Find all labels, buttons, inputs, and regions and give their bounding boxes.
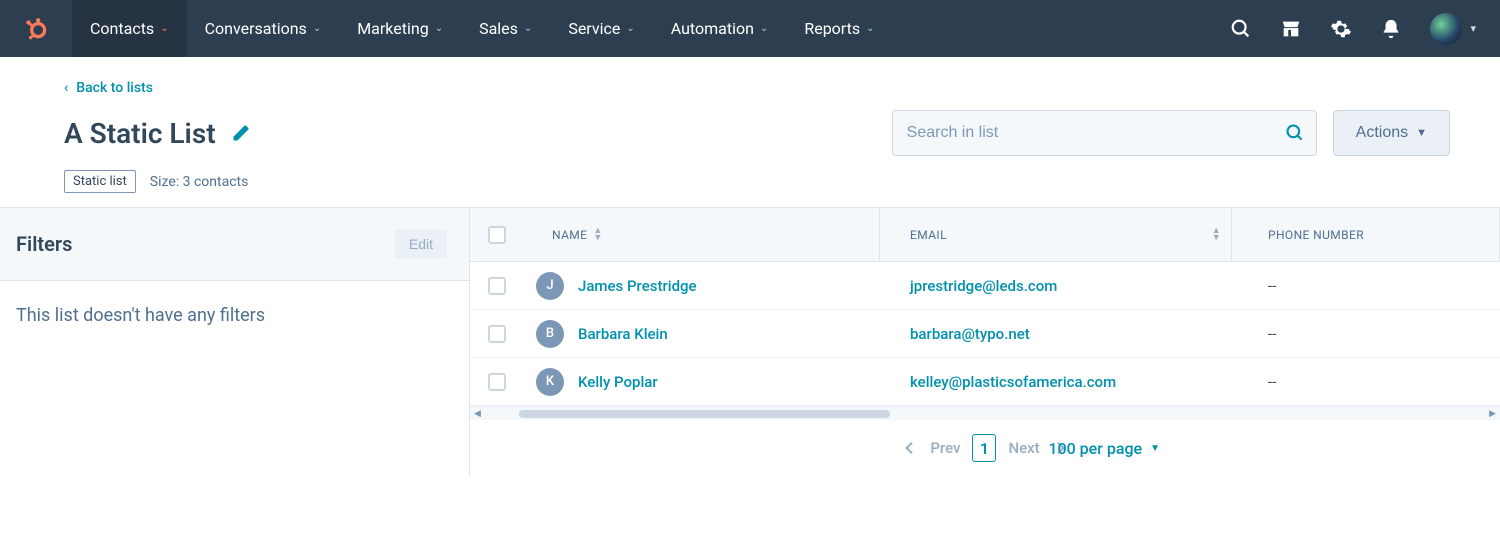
nav-item-label: Contacts [90,19,154,38]
back-to-lists-link[interactable]: ‹ Back to lists [64,80,153,96]
search-icon[interactable] [1230,18,1252,40]
table-row: B Barbara Klein barbara@typo.net -- [470,310,1500,358]
caret-down-icon: ▼ [1416,127,1427,139]
nav-item-sales[interactable]: Sales ⌄ [461,0,550,57]
chevron-down-icon: ⌄ [313,23,321,34]
actions-label: Actions [1356,124,1408,142]
chevron-down-icon: ▾ [1470,22,1476,35]
chevron-down-icon: ⌄ [160,23,168,34]
pagination: Prev 1 Next 100 per page ▼ [470,420,1500,476]
filters-panel: Filters Edit This list doesn't have any … [0,208,470,476]
select-all-checkbox[interactable] [488,226,506,244]
chevron-down-icon: ⌄ [626,23,634,34]
row-checkbox[interactable] [488,325,506,343]
current-page[interactable]: 1 [972,434,996,462]
account-menu[interactable]: ▾ [1430,13,1476,45]
sort-icon: ▲▼ [593,228,602,242]
static-list-badge: Static list [64,170,136,193]
actions-dropdown[interactable]: Actions ▼ [1333,110,1450,156]
nav-item-contacts[interactable]: Contacts ⌄ [72,0,187,57]
horizontal-scrollbar[interactable]: ◀ ▶ [470,406,1500,420]
nav-item-label: Service [568,19,620,38]
back-label: Back to lists [76,80,153,96]
list-size-text: Size: 3 contacts [150,174,249,190]
list-search [892,110,1317,156]
nav-utility-icons: ▾ [1230,13,1500,45]
scroll-thumb[interactable] [519,410,890,418]
avatar [1430,13,1462,45]
filters-heading: Filters [16,232,72,256]
next-page-button[interactable]: Next [1008,439,1039,457]
nav-item-label: Sales [479,19,518,38]
search-input[interactable] [892,110,1317,156]
marketplace-icon[interactable] [1280,18,1302,40]
nav-item-label: Marketing [357,19,428,38]
nav-item-automation[interactable]: Automation ⌄ [653,0,787,57]
prev-page-arrow[interactable] [902,440,918,456]
contact-phone: -- [1232,373,1500,391]
pencil-icon [232,124,250,142]
contact-name-link[interactable]: Barbara Klein [578,325,668,343]
table-row: K Kelly Poplar kelley@plasticsofamerica.co… [470,358,1500,406]
nav-item-label: Reports [804,19,860,38]
column-header-phone[interactable]: PHONE NUMBER [1232,208,1500,261]
column-header-name[interactable]: NAME ▲▼ [524,208,880,261]
edit-title-button[interactable] [232,124,250,142]
contact-name-link[interactable]: James Prestridge [578,277,697,295]
scroll-right-arrow[interactable]: ▶ [1485,409,1500,419]
nav-item-label: Automation [671,19,754,38]
page-title: A Static List [64,117,216,150]
sort-icon: ▲▼ [1212,228,1221,242]
contact-phone: -- [1232,325,1500,343]
table-row: J James Prestridge jprestridge@leds.com -- [470,262,1500,310]
search-icon [1285,123,1305,143]
contact-avatar: B [536,320,564,348]
caret-down-icon: ▼ [1150,443,1160,454]
contact-avatar: K [536,368,564,396]
contact-phone: -- [1232,277,1500,295]
table-header: NAME ▲▼ EMAIL ▲▼ PHONE NUMBER [470,208,1500,262]
gear-icon[interactable] [1330,18,1352,40]
filters-edit-button[interactable]: Edit [395,230,447,258]
contact-name-link[interactable]: Kelly Poplar [578,373,658,391]
nav-item-service[interactable]: Service ⌄ [550,0,652,57]
hubspot-logo[interactable] [0,16,72,42]
contact-email-link[interactable]: barbara@typo.net [910,325,1030,343]
chevron-down-icon: ⌄ [760,23,768,34]
contact-avatar: J [536,272,564,300]
chevron-left-icon [902,440,918,456]
chevron-down-icon: ⌄ [435,23,443,34]
bell-icon[interactable] [1380,18,1402,40]
scroll-left-arrow[interactable]: ◀ [470,409,485,419]
prev-page-button[interactable]: Prev [930,439,960,457]
nav-item-reports[interactable]: Reports ⌄ [786,0,892,57]
filters-empty-text: This list doesn't have any filters [0,281,469,350]
search-button[interactable] [1285,123,1305,143]
nav-items: Contacts⌄Conversations⌄Marketing⌄Sales⌄S… [72,0,893,57]
sprocket-icon [23,16,49,42]
chevron-left-icon: ‹ [64,80,68,96]
column-header-email[interactable]: EMAIL ▲▼ [880,208,1232,261]
row-checkbox[interactable] [488,373,506,391]
contact-email-link[interactable]: jprestridge@leds.com [910,277,1057,295]
nav-item-conversations[interactable]: Conversations ⌄ [187,0,340,57]
per-page-dropdown[interactable]: 100 per page ▼ [1048,439,1160,458]
row-checkbox[interactable] [488,277,506,295]
chevron-down-icon: ⌄ [524,23,532,34]
top-nav: Contacts⌄Conversations⌄Marketing⌄Sales⌄S… [0,0,1500,57]
chevron-down-icon: ⌄ [866,23,874,34]
nav-item-marketing[interactable]: Marketing ⌄ [339,0,461,57]
contact-email-link[interactable]: kelley@plasticsofamerica.com [910,373,1116,391]
nav-item-label: Conversations [205,19,307,38]
contacts-table: NAME ▲▼ EMAIL ▲▼ PHONE NUMBER J James Pre… [470,208,1500,476]
